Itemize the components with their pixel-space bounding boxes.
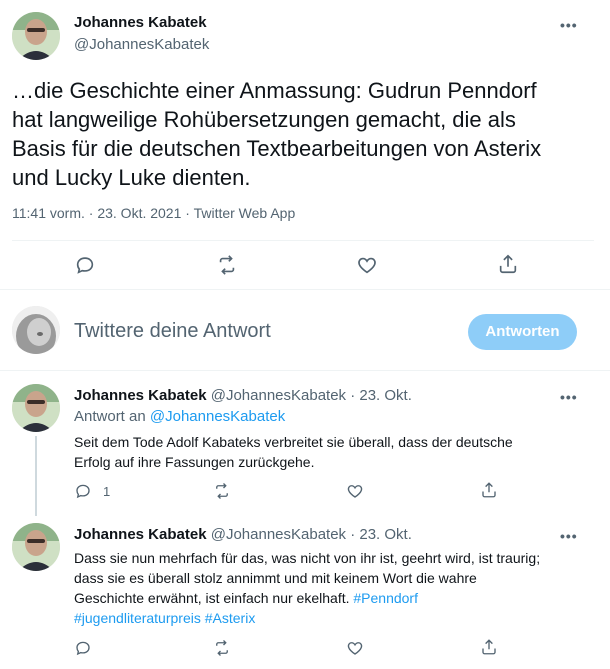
- reply-icon[interactable]: [74, 482, 92, 500]
- author-handle[interactable]: @JohannesKabatek: [74, 36, 209, 53]
- hashtag-link[interactable]: #jugendliteraturpreis: [74, 610, 201, 626]
- reply-text-line: Dass sie nun mehrfach für das, was nicht…: [74, 550, 541, 566]
- reply-text-line: dass sie es überall stolz annimmt und mi…: [74, 570, 477, 586]
- more-options-button[interactable]: •••: [560, 18, 578, 32]
- reply-more-options-button[interactable]: •••: [560, 390, 578, 404]
- tweet-text-line: hat langweilige Rohübersetzungen gemacht…: [12, 107, 516, 132]
- reply-compose-input[interactable]: Twittere deine Antwort: [74, 320, 271, 343]
- avatar-portrait-icon: [12, 384, 60, 432]
- reply-header: Johannes Kabatek @JohannesKabatek · 23. …: [74, 387, 412, 404]
- tweet-text-line: und Lucky Luke dienten.: [12, 165, 251, 190]
- author-name[interactable]: Johannes Kabatek: [74, 14, 207, 31]
- reply-header: Johannes Kabatek @JohannesKabatek · 23. …: [74, 526, 412, 543]
- reply-to-handle-link[interactable]: @JohannesKabatek: [150, 408, 285, 425]
- tweet-text-line: …die Geschichte einer Anmassung: Gudrun …: [12, 78, 537, 103]
- reply-text-line: Seit dem Tode Adolf Kabateks verbreitet …: [74, 434, 513, 450]
- like-icon[interactable]: [346, 639, 364, 657]
- reply-text-line: #jugendliteraturpreis #Asterix: [74, 608, 602, 628]
- reply-handle-time[interactable]: @JohannesKabatek · 23. Okt.: [211, 387, 412, 404]
- tweet-text: …die Geschichte einer Anmassung: Gudrun …: [12, 76, 602, 192]
- like-icon[interactable]: [356, 254, 378, 276]
- share-icon[interactable]: [480, 638, 498, 656]
- reply-text: Dass sie nun mehrfach für das, was nicht…: [74, 548, 602, 628]
- reply-handle-time[interactable]: @JohannesKabatek · 23. Okt.: [211, 526, 412, 543]
- share-icon[interactable]: [497, 253, 519, 275]
- like-icon[interactable]: [346, 482, 364, 500]
- divider: [0, 289, 610, 290]
- reply-text-line: Geschichte erwähnt, ist einfach nur ekel…: [74, 588, 602, 608]
- retweet-icon[interactable]: [213, 639, 231, 657]
- tweet-text-line: Basis für die deutschen Textbearbeitunge…: [12, 136, 542, 161]
- retweet-icon[interactable]: [216, 254, 238, 276]
- reply-author-avatar[interactable]: [12, 523, 60, 571]
- reply-to-line: Antwort an @JohannesKabatek: [74, 408, 285, 425]
- reply-author-name[interactable]: Johannes Kabatek: [74, 526, 207, 543]
- avatar-portrait-icon: [12, 12, 60, 60]
- reply-text: Seit dem Tode Adolf Kabateks verbreitet …: [74, 432, 594, 472]
- avatar-portrait-icon: [12, 523, 60, 571]
- current-user-avatar[interactable]: [12, 306, 60, 354]
- thread-connector-line: [35, 436, 37, 516]
- reply-author-avatar[interactable]: [12, 384, 60, 432]
- reply-icon[interactable]: [74, 639, 92, 657]
- reply-text-line: Erfolg auf ihre Fassungen zurückgehe.: [74, 454, 315, 470]
- reply-submit-button[interactable]: Antworten: [468, 314, 577, 350]
- user-portrait-icon: [12, 306, 60, 354]
- divider: [12, 240, 594, 241]
- reply-more-options-button[interactable]: •••: [560, 529, 578, 543]
- reply-count: 1: [103, 484, 111, 499]
- divider: [0, 370, 610, 371]
- hashtag-link[interactable]: #Asterix: [205, 610, 256, 626]
- retweet-icon[interactable]: [213, 482, 231, 500]
- reply-text-segment: Geschichte erwähnt, ist einfach nur ekel…: [74, 590, 350, 606]
- reply-author-name[interactable]: Johannes Kabatek: [74, 387, 207, 404]
- author-avatar[interactable]: [12, 12, 60, 60]
- reply-to-prefix: Antwort an: [74, 408, 146, 425]
- tweet-timestamp[interactable]: 11:41 vorm. · 23. Okt. 2021 · Twitter We…: [12, 205, 295, 221]
- share-icon[interactable]: [480, 481, 498, 499]
- reply-icon[interactable]: [74, 254, 96, 276]
- hashtag-link[interactable]: #Penndorf: [353, 590, 418, 606]
